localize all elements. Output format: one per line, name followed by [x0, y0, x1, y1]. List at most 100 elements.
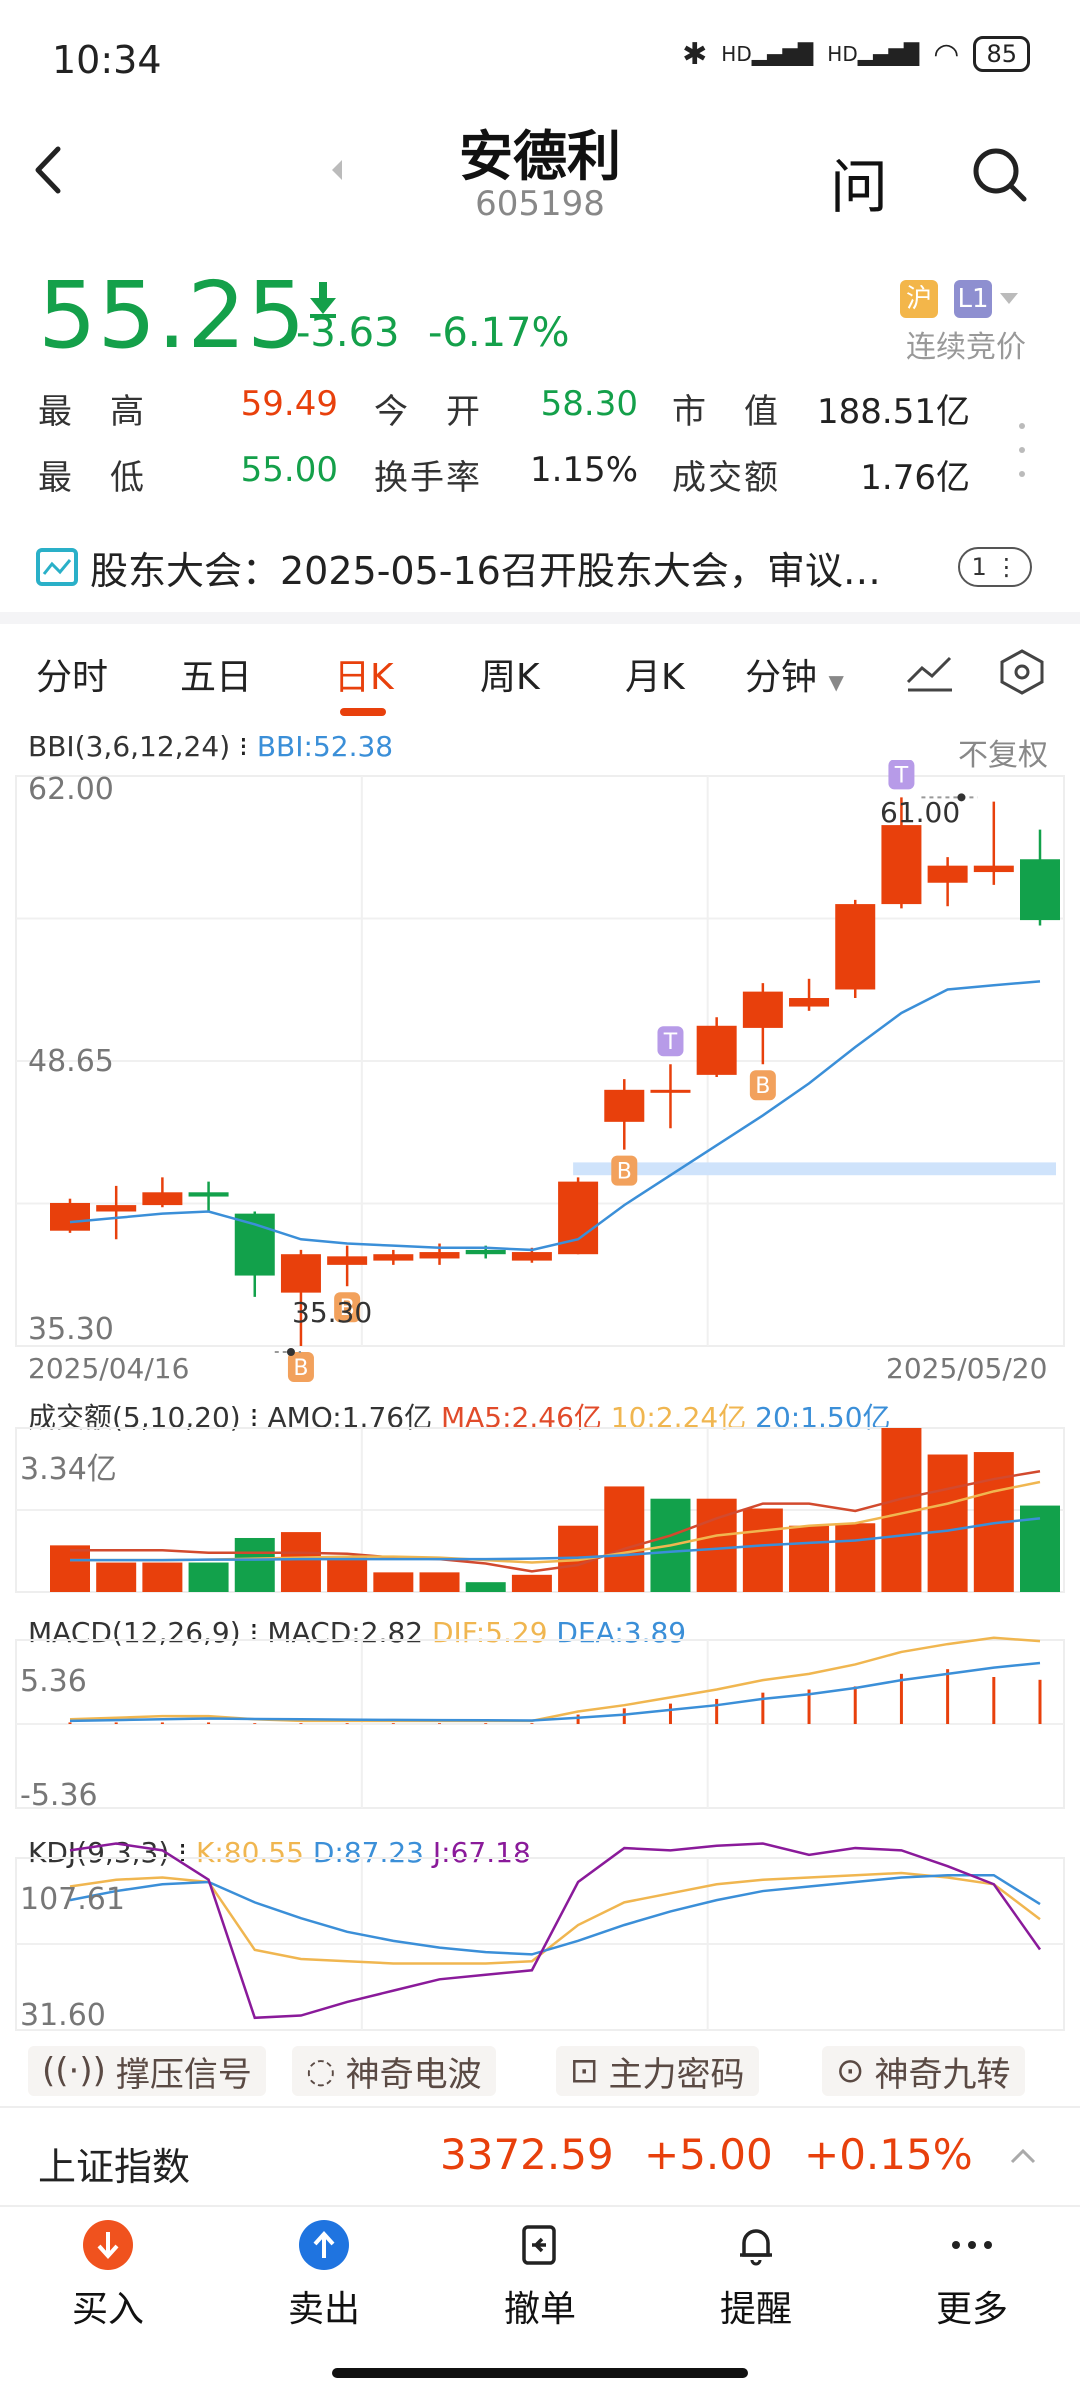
bell-icon [731, 2220, 781, 2270]
tab-five-day[interactable]: 五日 [180, 648, 252, 700]
volume-bar [927, 1454, 968, 1592]
marker-letter: T [894, 763, 909, 788]
marker-letter: B [755, 1074, 770, 1099]
price-axis-top: 62.00 [28, 772, 114, 807]
stat-value-mktcap: 188.51亿 [817, 392, 970, 432]
volume-bar [327, 1557, 368, 1592]
stat-label-amount: 成交额 [672, 458, 780, 498]
status-bar: 10:34 ✱ HD▂▄▆█ HD▂▄▆█ ◠ 85 [0, 0, 1080, 110]
search-icon[interactable] [970, 145, 1030, 205]
kdj-j-line [69, 1842, 1042, 2020]
divider [0, 2205, 1080, 2207]
candle-body [881, 825, 922, 905]
marker-letter: B [293, 1356, 308, 1381]
signal-icon: ((·)) [42, 2051, 106, 2091]
main-indicator-label[interactable]: BBI(3,6,12,24) ⁝ BBI:52.38 [28, 730, 393, 763]
feature-support-resistance[interactable]: ((·)) 撑压信号 [28, 2046, 266, 2096]
tab-intraday[interactable]: 分时 [36, 648, 108, 700]
tab-minute[interactable]: 分钟 ▼ [745, 648, 844, 700]
stat-value-amount: 1.76亿 [860, 458, 970, 498]
level-tag[interactable]: L1 [954, 280, 992, 318]
divider [0, 2106, 1080, 2108]
stat-value-high: 59.49 [240, 384, 338, 424]
date-start: 2025/04/16 [28, 1352, 190, 1385]
low-dot [286, 1348, 295, 1356]
price-change-pct: -6.17% [428, 310, 570, 356]
candle-body [373, 1254, 414, 1261]
volume-axis-top: 3.34亿 [20, 1452, 117, 1487]
volume-bar [789, 1525, 830, 1592]
tab-weekly-k[interactable]: 周K [480, 648, 540, 700]
price-axis-bottom: 35.30 [28, 1312, 114, 1347]
marker-letter: T [663, 1030, 678, 1055]
kdj-axis-top: 107.61 [20, 1882, 125, 1917]
buy-arrow-icon [83, 2220, 133, 2270]
current-price: 55.25 [38, 262, 307, 369]
draw-line-icon[interactable] [904, 650, 956, 694]
volume-bar [142, 1562, 183, 1592]
dif-line [69, 1636, 1041, 1723]
price-change: -3.63 [296, 310, 400, 356]
index-change: +5.00 [644, 2130, 773, 2179]
index-change-pct: +0.15% [804, 2130, 973, 2179]
chevron-up-icon[interactable] [1010, 2144, 1036, 2170]
more-dots-icon [947, 2220, 997, 2270]
buy-button[interactable]: 买入 [38, 2220, 178, 2332]
stat-label-open: 今 开 [374, 392, 482, 432]
active-tab-indicator [340, 708, 386, 716]
candle-body [465, 1249, 506, 1255]
candle-body [973, 865, 1014, 873]
marker-letter: B [617, 1160, 632, 1185]
tab-daily-k[interactable]: 日K [334, 648, 394, 700]
support-band [573, 1162, 1056, 1176]
volume-bar [511, 1574, 552, 1592]
settings-hexagon-icon[interactable] [998, 648, 1046, 696]
wave-icon: ◌ [306, 2051, 336, 2091]
stat-value-turnover: 1.15% [529, 450, 638, 490]
stat-value-open: 58.30 [540, 384, 638, 424]
level-dropdown-icon[interactable] [1000, 293, 1018, 304]
sell-button[interactable]: 卖出 [254, 2220, 394, 2332]
more-button[interactable]: 更多 [902, 2220, 1042, 2332]
candle-body [50, 1202, 90, 1231]
index-value: 3372.59 [440, 2130, 614, 2179]
notice-text[interactable]: 股东大会：2025-05-16召开股东大会，审议… [90, 540, 881, 595]
candle-body [234, 1213, 275, 1276]
lock-icon: ⊡ [570, 2051, 599, 2091]
candle-body [604, 1089, 645, 1122]
volume-bar [604, 1486, 645, 1592]
candle-body [835, 904, 876, 990]
feature-main-code[interactable]: ⊡ 主力密码 [556, 2046, 759, 2096]
tab-monthly-k[interactable]: 月K [625, 648, 685, 700]
candle-body [927, 865, 968, 883]
feature-magic-wave[interactable]: ◌ 神奇电波 [292, 2046, 496, 2096]
volume-bar [373, 1572, 414, 1592]
home-indicator [332, 2368, 748, 2378]
sell-arrow-icon [299, 2220, 349, 2270]
kdj-axis-bottom: 31.60 [20, 1998, 106, 2033]
battery-icon: 85 [973, 36, 1030, 72]
ask-button[interactable]: 问 [830, 140, 888, 224]
more-stats-icon[interactable] [1018, 420, 1026, 480]
exchange-tag: 沪 [900, 280, 938, 318]
candle-body [742, 991, 783, 1028]
volume-bar [96, 1562, 137, 1592]
stat-label-turnover: 换手率 [374, 458, 482, 498]
price-axis-mid: 48.65 [28, 1044, 114, 1079]
alert-button[interactable]: 提醒 [686, 2220, 826, 2332]
check-circle-icon: ⊙ [836, 2051, 865, 2091]
stock-name: 安德利 [459, 125, 621, 188]
index-name[interactable]: 上证指数 [38, 2136, 190, 2191]
kline-chart[interactable]: BBBBTT [0, 760, 1080, 2040]
candle-body [188, 1192, 229, 1197]
notice-count-badge[interactable]: 1 ⋮ [958, 547, 1032, 587]
signal-icon-2: HD▂▄▆█ [827, 42, 920, 66]
feature-magic-nine[interactable]: ⊙ 神奇九转 [822, 2046, 1025, 2096]
cancel-order-icon [515, 2220, 565, 2270]
stat-label-mktcap: 市 值 [672, 392, 780, 432]
stat-label-low: 最 低 [38, 458, 146, 498]
macd-axis-top: 5.36 [20, 1664, 87, 1699]
candle-body [650, 1089, 691, 1093]
candle-body [511, 1252, 552, 1261]
cancel-order-button[interactable]: 撤单 [470, 2220, 610, 2332]
